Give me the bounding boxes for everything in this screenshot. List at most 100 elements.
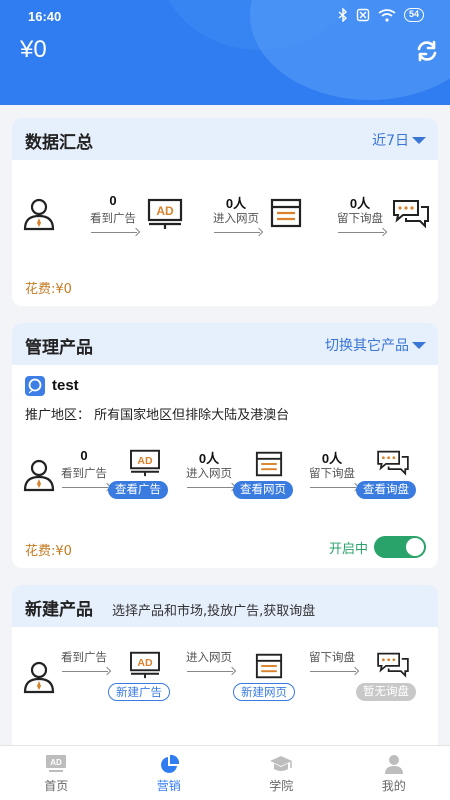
date-range-selector[interactable]: 近7日	[372, 130, 426, 150]
status-bar: 16:40 54	[0, 0, 450, 32]
bluetooth-icon	[338, 8, 348, 22]
page-visits-label: 进入网页	[186, 650, 232, 664]
tab-profile[interactable]: 我的	[338, 746, 450, 800]
inquiry-node	[376, 449, 410, 477]
arrow-right-icon	[81, 227, 145, 237]
inquiries-label: 留下询盘	[337, 211, 383, 225]
view-inquiries-button[interactable]: 查看询盘	[356, 481, 416, 499]
product-cost: 花费:¥0	[25, 544, 72, 559]
new-product-title: 新建产品	[25, 600, 93, 620]
tab-home-label: 首页	[44, 779, 69, 793]
tab-marketing[interactable]: 营销	[113, 746, 226, 800]
arrow-right-icon	[204, 227, 268, 237]
ad-views-label: 看到广告	[61, 466, 107, 480]
pie-chart-icon	[160, 754, 179, 773]
new-webpage-button[interactable]: 新建网页	[233, 683, 295, 701]
arrow-right-icon	[52, 482, 116, 492]
arrow-right-icon	[300, 482, 364, 492]
new-ad-button[interactable]: 新建广告	[108, 683, 170, 701]
product-status: 开启中	[329, 536, 426, 558]
caret-down-icon	[412, 341, 426, 349]
funnel-step-page-visits: 0人 进入网页	[177, 448, 241, 492]
switch-product-label: 切换其它产品	[325, 338, 409, 354]
webpage-node	[255, 451, 283, 477]
date-range-label: 近7日	[372, 133, 409, 149]
summary-title: 数据汇总	[25, 133, 93, 153]
ad-node: AD	[129, 651, 161, 679]
ad-views-label: 看到广告	[90, 211, 136, 225]
page-visits-label: 进入网页	[213, 211, 259, 225]
new-product-subtitle: 选择产品和市场,投放广告,获取询盘	[112, 604, 316, 619]
svg-text:AD: AD	[137, 657, 153, 669]
funnel-step-page-visits: 进入网页	[177, 647, 241, 676]
inquiries-count: 0人	[349, 196, 371, 211]
tab-academy-label: 学院	[269, 779, 294, 793]
summary-header: 数据汇总 近7日	[12, 118, 438, 160]
webpage-icon	[255, 451, 283, 477]
ad-board-icon: AD	[130, 651, 160, 679]
wifi-icon	[378, 8, 396, 22]
webpage-node	[255, 653, 283, 679]
summary-cost: 花费:¥0	[25, 282, 72, 297]
page-visits-label: 进入网页	[186, 466, 232, 480]
manage-product-card: 管理产品 切换其它产品 test 推广地区： 所有国家地区但排除大陆及港澳台 0…	[12, 323, 438, 568]
inquiries-label: 留下询盘	[309, 466, 355, 480]
page-visits-count: 0人	[225, 196, 247, 211]
bottom-tab-bar: AD 首页 营销 学院 我的	[0, 745, 450, 800]
switch-product-selector[interactable]: 切换其它产品	[325, 335, 426, 355]
graduation-cap-icon	[270, 756, 293, 771]
tab-marketing-label: 营销	[156, 779, 181, 793]
manage-product-title: 管理产品	[25, 338, 93, 358]
product-enable-toggle[interactable]	[374, 536, 426, 558]
webpage-icon	[255, 653, 283, 679]
ad-board-icon: AD	[46, 755, 67, 772]
chat-bubbles-icon	[377, 652, 409, 678]
funnel-step-inquiries: 留下询盘	[300, 647, 364, 676]
svg-text:AD: AD	[137, 455, 153, 467]
svg-text:AD: AD	[50, 758, 62, 767]
ad-views-count: 0	[109, 193, 117, 208]
product-funnel: 0 看到广告 AD 查看广告 0人 进入网页 查看网页 0人 留下询盘 查看询盘	[12, 445, 438, 505]
arrow-right-icon	[177, 666, 241, 676]
arrow-right-icon	[52, 666, 116, 676]
promotion-region: 推广地区： 所有国家地区但排除大陆及港澳台	[25, 408, 290, 423]
ad-views-label: 看到广告	[61, 650, 107, 664]
inquiries-count: 0人	[321, 451, 343, 466]
no-inquiries-button: 暂无询盘	[356, 683, 416, 701]
refresh-icon[interactable]	[414, 38, 440, 64]
new-product-funnel: 看到广告 AD 新建广告 进入网页 新建网页 留下询盘 暂无询盘	[12, 647, 438, 707]
product-status-label: 开启中	[328, 541, 368, 557]
new-product-card: 新建产品 选择产品和市场,投放广告,获取询盘 看到广告 AD 新建广告 进入网页…	[12, 585, 438, 755]
inquiry-node	[392, 198, 430, 230]
chat-bubbles-icon	[393, 200, 429, 229]
ad-board-icon: AD	[147, 198, 183, 229]
arrow-right-icon	[300, 666, 364, 676]
arrow-right-icon	[177, 482, 241, 492]
page-visits-count: 0人	[198, 451, 220, 466]
inquiries-label: 留下询盘	[309, 650, 355, 664]
arrow-right-icon	[328, 227, 392, 237]
ad-views-count: 0	[80, 448, 88, 463]
inquiry-node	[376, 651, 410, 679]
view-webpage-button[interactable]: 查看网页	[233, 481, 293, 499]
funnel-step-inquiries: 0人 留下询盘	[328, 193, 392, 237]
user-icon	[384, 755, 403, 774]
no-sim-icon	[356, 8, 370, 22]
ad-board-icon: AD	[130, 449, 160, 477]
svg-text:AD: AD	[156, 204, 174, 218]
tab-profile-label: 我的	[381, 779, 406, 793]
tab-home[interactable]: AD 首页	[0, 746, 113, 800]
header: 16:40 54 ¥0	[0, 0, 450, 105]
status-icons: 54	[338, 8, 424, 22]
webpage-icon	[270, 198, 302, 228]
product-name: test	[52, 377, 79, 394]
webpage-node	[270, 198, 302, 228]
product-chat-icon	[25, 376, 45, 396]
ad-node: AD	[147, 198, 183, 230]
toggle-knob	[406, 538, 424, 556]
chat-bubbles-icon	[377, 450, 409, 476]
tab-academy[interactable]: 学院	[225, 746, 338, 800]
caret-down-icon	[412, 136, 426, 144]
battery-icon: 54	[403, 8, 424, 22]
view-ads-button[interactable]: 查看广告	[108, 481, 168, 499]
